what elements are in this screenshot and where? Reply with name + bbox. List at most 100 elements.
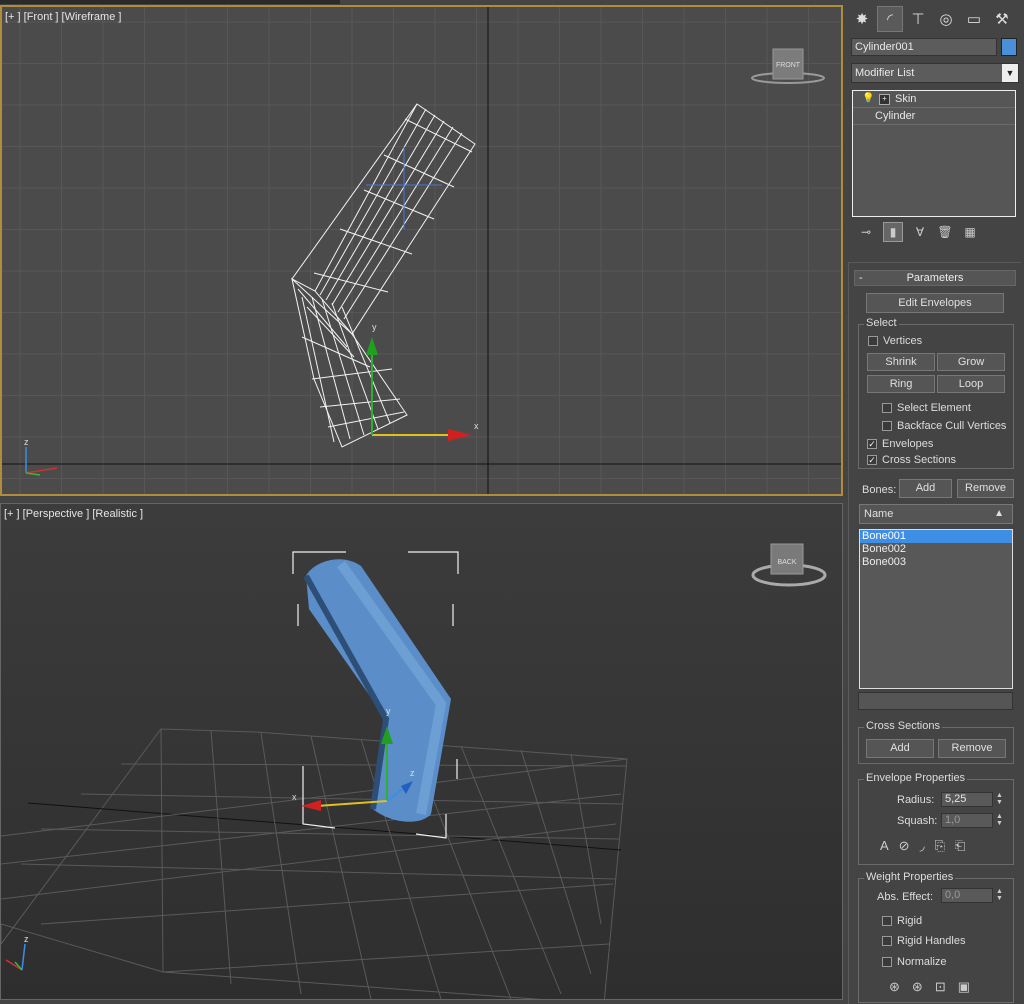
squash-spinner-arrows[interactable]: ▲ ▼ xyxy=(995,813,1004,828)
envelope-tools: A ⊘ ◞ ⎘ ⎗ xyxy=(880,838,965,854)
add-cross-section-button[interactable]: Add xyxy=(866,739,934,758)
make-unique-icon[interactable]: ∀ xyxy=(912,225,928,239)
parameters-rollout-header[interactable]: - Parameters xyxy=(854,270,1016,286)
bones-list[interactable]: Bone001 Bone002 Bone003 xyxy=(859,529,1013,689)
exclude-verts-icon[interactable]: ⊛ xyxy=(889,979,900,995)
grow-button[interactable]: Grow xyxy=(937,353,1005,371)
display-tab-icon[interactable]: ▭ xyxy=(961,6,987,32)
rigid-handles-checkbox[interactable]: Rigid Handles xyxy=(882,935,965,947)
squash-spinner[interactable]: 1,0 xyxy=(941,813,993,828)
show-end-result-icon[interactable]: ▮ xyxy=(883,222,903,242)
top-toolbar-strip xyxy=(0,0,340,4)
svg-text:z: z xyxy=(410,768,415,778)
cross-sections-label: Cross Sections xyxy=(882,454,956,466)
paste-envelope-icon[interactable]: ⎗ xyxy=(955,838,965,854)
bone-filter-field[interactable] xyxy=(858,692,1013,710)
envelopes-checkbox[interactable]: ✓ Envelopes xyxy=(867,438,933,450)
list-item[interactable]: Bone002 xyxy=(860,543,1012,556)
object-name-field[interactable]: Cylinder001 xyxy=(851,38,997,56)
motion-tab-icon[interactable]: ◎ xyxy=(933,6,959,32)
vertices-label: Vertices xyxy=(883,335,923,347)
modify-tab-icon[interactable]: ◜ xyxy=(877,6,903,32)
bones-list-header[interactable]: Name ▲ xyxy=(859,504,1013,524)
cross-sections-checkbox-box[interactable]: ✓ xyxy=(867,455,877,465)
radius-spinner-arrows[interactable]: ▲ ▼ xyxy=(995,792,1004,807)
skinned-cylinder-mesh xyxy=(303,559,451,822)
select-excluded-icon[interactable]: ⊡ xyxy=(935,979,946,995)
svg-text:y: y xyxy=(386,706,391,716)
gizmo-y-label: y xyxy=(372,322,377,332)
radius-spinner[interactable]: 5,25 xyxy=(941,792,993,807)
abs-effect-spinner-arrows[interactable]: ▲ ▼ xyxy=(995,888,1004,903)
absolute-relative-icon[interactable]: A xyxy=(880,838,889,854)
perspective-viewport-canvas: x y z z BACK xyxy=(1,543,827,999)
select-element-checkbox[interactable]: Select Element xyxy=(882,402,971,414)
pin-stack-icon[interactable]: ⊸ xyxy=(858,225,874,239)
abs-effect-spinner[interactable]: 0,0 xyxy=(941,888,993,903)
lightbulb-icon[interactable]: 💡 xyxy=(862,91,874,107)
list-item[interactable]: Bone003 xyxy=(860,556,1012,569)
edit-envelopes-button[interactable]: Edit Envelopes xyxy=(866,293,1004,313)
perspective-ground-grid xyxy=(1,728,628,999)
remove-bone-button[interactable]: Remove xyxy=(957,479,1014,498)
axis-tripod-perspective: z xyxy=(5,934,29,971)
envelopes-checkbox-box[interactable]: ✓ xyxy=(867,439,877,449)
cross-sections-group-title: Cross Sections xyxy=(864,720,942,732)
create-tab-icon[interactable]: ✸ xyxy=(849,6,875,32)
rigid-label: Rigid xyxy=(897,915,923,927)
viewcube-front-label: FRONT xyxy=(776,62,801,69)
abs-effect-label: Abs. Effect: xyxy=(877,891,934,903)
select-element-checkbox-box[interactable] xyxy=(882,403,892,413)
stack-item-skin[interactable]: 💡 + Skin xyxy=(853,91,1015,108)
backface-cull-checkbox-box[interactable] xyxy=(882,421,892,431)
remove-modifier-icon[interactable]: 🗑 xyxy=(937,225,953,239)
perspective-viewport[interactable]: x y z z BACK [+ ] [Perspective ] [Realis… xyxy=(0,503,843,1000)
modifier-list-label: Modifier List xyxy=(855,67,915,79)
weight-properties-title: Weight Properties xyxy=(864,871,956,883)
rigid-checkbox[interactable]: Rigid xyxy=(882,915,922,927)
bake-weights-icon[interactable]: ▣ xyxy=(958,979,970,995)
utilities-tab-icon[interactable]: ⚒ xyxy=(989,6,1015,32)
envelope-properties-title: Envelope Properties xyxy=(864,772,968,784)
loop-button[interactable]: Loop xyxy=(937,375,1005,393)
stack-item-skin-label: Skin xyxy=(895,93,917,105)
svg-text:z: z xyxy=(24,437,29,447)
backface-cull-checkbox[interactable]: Backface Cull Vertices xyxy=(882,420,1006,432)
cross-sections-checkbox[interactable]: ✓ Cross Sections xyxy=(867,454,956,466)
normalize-checkbox-box[interactable] xyxy=(882,957,892,967)
expand-plus-icon[interactable]: + xyxy=(879,94,890,105)
object-color-swatch[interactable] xyxy=(1001,38,1017,56)
modifier-stack[interactable]: 💡 + Skin Cylinder xyxy=(852,90,1016,217)
sort-up-icon[interactable]: ▲ xyxy=(994,505,1004,523)
svg-text:z: z xyxy=(24,934,29,944)
add-bone-button[interactable]: Add xyxy=(899,479,952,498)
list-item[interactable]: Bone001 xyxy=(860,530,1012,543)
front-viewport-canvas: x y z FRONT xyxy=(2,7,841,494)
vertices-checkbox-box[interactable] xyxy=(868,336,878,346)
weight-tools: ⊛ ⊛ ⊡ ▣ xyxy=(889,979,970,995)
viewcube-perspective: BACK xyxy=(751,543,827,587)
envelope-visible-icon[interactable]: ⊘ xyxy=(899,838,910,854)
normalize-label: Normalize xyxy=(897,956,947,968)
stack-item-cylinder[interactable]: Cylinder xyxy=(853,108,1015,125)
front-viewport[interactable]: x y z FRONT [+ ] [Front ] [Wireframe ] xyxy=(0,5,843,496)
collapse-sign: - xyxy=(859,272,863,284)
chevron-down-icon[interactable]: ▼ xyxy=(1002,64,1018,82)
rigid-handles-checkbox-box[interactable] xyxy=(882,936,892,946)
hierarchy-tab-icon[interactable]: ⊤ xyxy=(905,6,931,32)
configure-modifier-sets-icon[interactable]: ▦ xyxy=(962,225,978,239)
rigid-checkbox-box[interactable] xyxy=(882,916,892,926)
radius-label: Radius: xyxy=(897,794,935,806)
normalize-checkbox[interactable]: Normalize xyxy=(882,956,947,968)
modifier-list-dropdown[interactable]: Modifier List ▼ xyxy=(851,63,1019,83)
falloff-icon[interactable]: ◞ xyxy=(920,838,925,854)
shrink-button[interactable]: Shrink xyxy=(867,353,935,371)
vertices-checkbox[interactable]: Vertices xyxy=(868,335,922,347)
perspective-viewport-label[interactable]: [+ ] [Perspective ] [Realistic ] xyxy=(4,508,143,520)
include-verts-icon[interactable]: ⊛ xyxy=(912,979,923,995)
remove-cross-section-button[interactable]: Remove xyxy=(938,739,1006,758)
front-viewport-label[interactable]: [+ ] [Front ] [Wireframe ] xyxy=(5,11,121,23)
copy-envelope-icon[interactable]: ⎘ xyxy=(935,838,945,854)
bones-label: Bones: xyxy=(862,484,897,496)
ring-button[interactable]: Ring xyxy=(867,375,935,393)
